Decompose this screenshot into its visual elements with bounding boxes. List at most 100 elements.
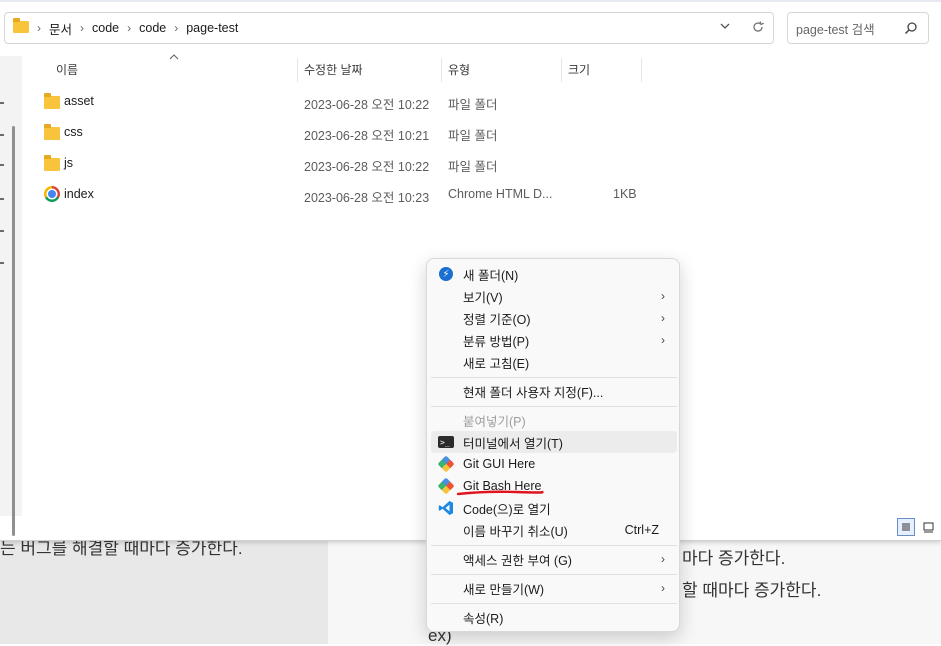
chevron-right-icon: ›	[661, 289, 665, 303]
menu-separator	[431, 545, 677, 546]
menu-item-label: 정렬 기준(O)	[463, 312, 531, 327]
menu-separator	[431, 377, 677, 378]
chevron-right-icon[interactable]: ›	[127, 21, 131, 35]
file-type: 파일 폴더	[448, 129, 498, 143]
file-name[interactable]: css	[64, 125, 83, 139]
menu-item-label: 붙여넣기(P)	[463, 414, 526, 429]
chrome-icon	[44, 186, 60, 205]
address-bar[interactable]: › 문서 › code › code › page-test	[4, 12, 774, 44]
chevron-right-icon[interactable]: ›	[174, 21, 178, 35]
search-icon[interactable]	[904, 21, 918, 38]
menu-item-label: 보기(V)	[463, 290, 503, 305]
file-type: 파일 폴더	[448, 98, 498, 112]
menu-item-customize[interactable]: 현재 폴더 사용자 지정(F)...	[431, 380, 677, 402]
folder-icon	[44, 124, 60, 143]
menu-item-label: 속성(R)	[463, 611, 504, 626]
chevron-right-icon[interactable]: ›	[80, 21, 84, 35]
file-date: 2023-06-28 오전 10:22	[304, 160, 430, 174]
red-underline-annotation	[456, 490, 544, 496]
file-date: 2023-06-28 오전 10:21	[304, 129, 430, 143]
menu-item-label: 이름 바꾸기 취소(U)	[463, 524, 568, 539]
column-divider[interactable]	[561, 58, 562, 82]
vscode-icon	[438, 500, 454, 516]
menu-item-new-folder[interactable]: ⚡ 새 폴더(N)	[431, 263, 677, 285]
file-name[interactable]: js	[64, 156, 73, 170]
chevron-right-icon: ›	[661, 333, 665, 347]
nav-item-marker	[0, 164, 4, 166]
file-date: 2023-06-28 오전 10:22	[304, 98, 430, 112]
menu-separator	[431, 574, 677, 575]
file-type: 파일 폴더	[448, 160, 498, 174]
folder-icon	[44, 93, 60, 112]
menu-item-label: Git GUI Here	[463, 457, 536, 471]
column-divider[interactable]	[297, 58, 298, 82]
chevron-right-icon[interactable]: ›	[37, 21, 41, 35]
search-placeholder[interactable]: page-test 검색	[796, 19, 875, 38]
menu-separator	[431, 406, 677, 407]
menu-item-label: 새 폴더(N)	[463, 268, 519, 283]
menu-item-properties[interactable]: 속성(R)	[431, 606, 677, 628]
new-folder-icon: ⚡	[438, 266, 454, 282]
menu-item-label: 분류 방법(P)	[463, 334, 530, 349]
file-size: 1KB	[613, 187, 637, 201]
menu-item-new[interactable]: 새로 만들기(W) ›	[431, 577, 677, 599]
breadcrumb-item[interactable]: 문서	[49, 19, 72, 38]
terminal-icon: >_	[438, 434, 454, 450]
context-menu: ⚡ 새 폴더(N) 보기(V) › 정렬 기준(O) › 분류 방법(P) › …	[426, 258, 680, 632]
folder-icon	[13, 17, 29, 36]
menu-item-label: 새로 고침(E)	[463, 356, 530, 371]
chevron-right-icon: ›	[661, 311, 665, 325]
file-name[interactable]: index	[64, 187, 94, 201]
nav-item-marker	[0, 102, 4, 104]
thumbnail-view-button[interactable]	[919, 518, 937, 536]
menu-item-label: 새로 만들기(W)	[463, 582, 545, 597]
details-view-button[interactable]	[897, 518, 915, 536]
folder-icon	[44, 155, 60, 174]
nav-item-marker	[0, 230, 4, 232]
menu-item-refresh[interactable]: 새로 고침(E)	[431, 351, 677, 373]
breadcrumb-item[interactable]: code	[139, 21, 166, 35]
column-divider[interactable]	[441, 58, 442, 82]
background-text-right-2: 할 때마다 증가한다.	[682, 581, 822, 600]
column-header-date[interactable]: 수정한 날짜	[304, 56, 363, 82]
breadcrumb-item[interactable]: page-test	[186, 21, 238, 35]
nav-item-marker	[0, 262, 4, 264]
menu-item-label: 현재 폴더 사용자 지정(F)...	[463, 385, 604, 400]
column-header-name[interactable]: 이름	[56, 56, 78, 82]
menu-item-group[interactable]: 분류 방법(P) ›	[431, 329, 677, 351]
column-header-size[interactable]: 크기	[568, 56, 590, 82]
file-date: 2023-06-28 오전 10:23	[304, 191, 430, 205]
menu-item-shortcut: Ctrl+Z	[624, 523, 659, 537]
column-divider[interactable]	[641, 58, 642, 82]
column-header-type[interactable]: 유형	[448, 56, 470, 82]
menu-item-give-access[interactable]: 액세스 권한 부여 (G) ›	[431, 548, 677, 570]
menu-item-git-gui[interactable]: Git GUI Here	[431, 453, 677, 475]
menu-item-undo-rename[interactable]: 이름 바꾸기 취소(U) Ctrl+Z	[431, 519, 677, 541]
sort-up-icon	[169, 53, 179, 64]
window-top-border	[0, 0, 941, 2]
background-text-right-1: 마다 증가한다.	[682, 549, 786, 568]
search-box[interactable]: page-test 검색	[787, 12, 929, 44]
scrollbar-thumb[interactable]	[12, 126, 15, 536]
git-bash-icon	[437, 477, 455, 495]
chevron-down-icon[interactable]	[719, 20, 731, 35]
refresh-icon[interactable]	[751, 20, 765, 37]
menu-item-open-terminal[interactable]: >_ 터미널에서 열기(T)	[431, 431, 677, 453]
nav-item-marker	[0, 198, 4, 200]
file-type: Chrome HTML D...	[448, 187, 553, 201]
chevron-right-icon: ›	[661, 581, 665, 595]
menu-item-open-vscode[interactable]: Code(으)로 열기	[431, 497, 677, 519]
breadcrumb-item[interactable]: code	[92, 21, 119, 35]
menu-item-label: 액세스 권한 부여 (G)	[463, 553, 572, 568]
nav-item-marker	[0, 134, 4, 136]
menu-item-label: Code(으)로 열기	[463, 502, 551, 517]
menu-item-sort[interactable]: 정렬 기준(O) ›	[431, 307, 677, 329]
navigation-pane[interactable]	[0, 56, 22, 536]
menu-item-view[interactable]: 보기(V) ›	[431, 285, 677, 307]
git-gui-icon	[437, 455, 455, 473]
menu-item-paste: 붙여넣기(P)	[431, 409, 677, 431]
chevron-right-icon: ›	[661, 552, 665, 566]
menu-item-label: 터미널에서 열기(T)	[463, 436, 563, 451]
file-name[interactable]: asset	[64, 94, 94, 108]
menu-separator	[431, 603, 677, 604]
